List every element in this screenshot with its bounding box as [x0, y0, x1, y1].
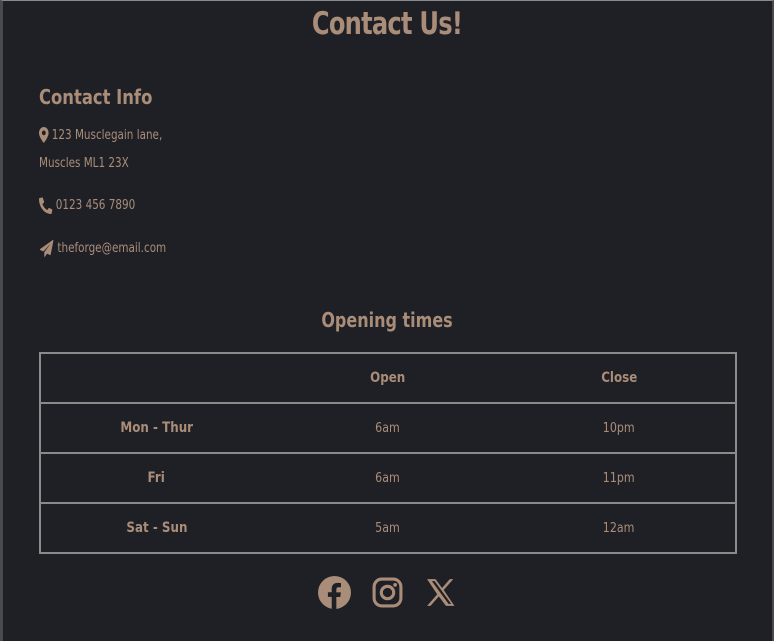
table-header-close: Close: [600, 370, 638, 386]
page-title: Contact Us!: [311, 6, 463, 42]
table-row: Mon - Thur 6am 10pm: [40, 402, 736, 453]
close-cell: 12am: [503, 502, 736, 553]
email-text[interactable]: theforge@email.com: [57, 241, 166, 256]
social-links: [0, 576, 774, 609]
address-line-1: 123 Musclegain lane,: [39, 127, 162, 143]
day-cell: Mon - Thur: [40, 402, 272, 453]
day-cell: Fri: [40, 452, 272, 503]
phone-text: 0123 456 7890: [55, 198, 136, 213]
facebook-icon[interactable]: [317, 576, 351, 609]
table-header-open: Open: [369, 370, 406, 386]
instagram-icon[interactable]: [371, 576, 404, 609]
table-row: Fri 6am 11pm: [40, 452, 736, 503]
table-header-day: [40, 353, 272, 403]
open-cell: 5am: [272, 502, 503, 553]
map-pin-icon: [39, 127, 49, 143]
table-header-row: Open Close: [40, 353, 736, 403]
address-line-1-text: 123 Musclegain lane,: [51, 127, 163, 143]
opening-times-heading: Opening times: [321, 308, 453, 332]
close-cell: 10pm: [503, 402, 736, 453]
address-line-2-text: Muscles ML1 23X: [39, 156, 129, 171]
close-cell: 11pm: [503, 452, 736, 503]
opening-times-table: Open Close Mon - Thur 6am 10pm Fri 6am 1…: [39, 352, 737, 554]
contact-info-heading: Contact Info: [39, 85, 153, 109]
paper-plane-icon: [39, 240, 54, 257]
table-row: Sat - Sun 5am 12am: [40, 502, 736, 553]
day-cell: Sat - Sun: [40, 502, 272, 553]
open-cell: 6am: [272, 402, 503, 453]
email-line: theforge@email.com: [39, 240, 166, 257]
phone-icon: [39, 197, 53, 214]
open-cell: 6am: [272, 452, 503, 503]
address-line-2: Muscles ML1 23X: [39, 156, 129, 171]
x-twitter-icon[interactable]: [424, 576, 457, 609]
phone-line: 0123 456 7890: [39, 197, 135, 214]
